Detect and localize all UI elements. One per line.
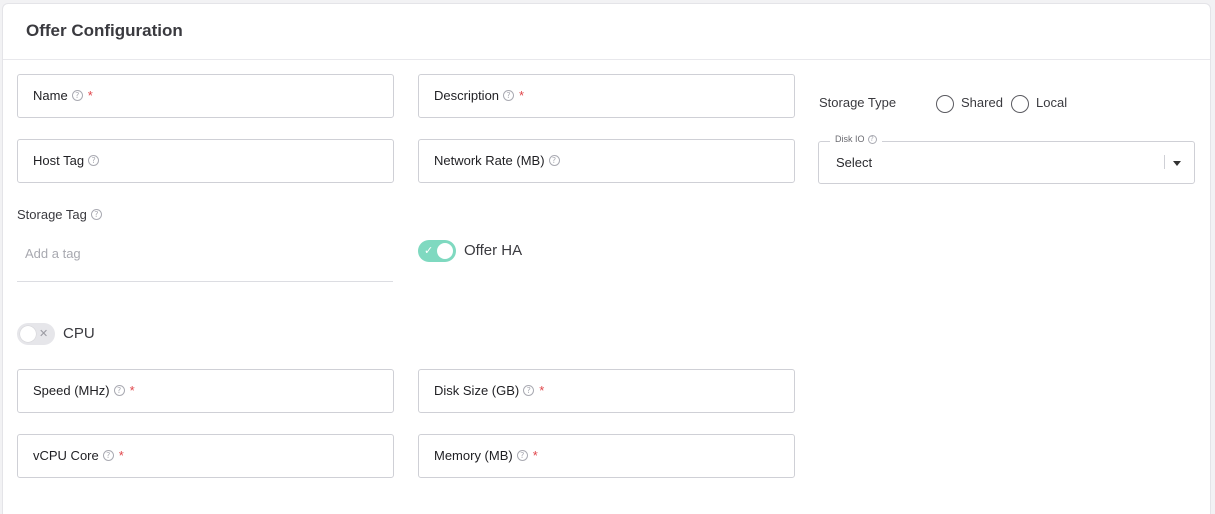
name-label: Name ? * <box>33 88 93 103</box>
select-divider <box>1164 155 1165 169</box>
description-field[interactable]: Description ? * <box>418 74 795 118</box>
speed-field[interactable]: Speed (MHz) ? * <box>17 369 394 413</box>
required-marker: * <box>519 88 525 103</box>
required-marker: * <box>539 383 545 398</box>
help-icon[interactable]: ? <box>113 385 125 396</box>
storage-type-label: Storage Type <box>819 95 897 110</box>
check-icon: ✓ <box>424 244 434 257</box>
page-title: Offer Configuration <box>26 21 183 40</box>
host-tag-field[interactable]: Host Tag ? <box>17 139 394 183</box>
memory-field[interactable]: Memory (MB) ? * <box>418 434 795 478</box>
memory-label: Memory (MB) ? * <box>434 448 538 463</box>
offer-ha-toggle[interactable]: ✓ <box>418 240 456 262</box>
network-rate-label: Network Rate (MB) ? <box>434 153 560 168</box>
help-icon[interactable]: ? <box>516 450 528 461</box>
help-icon[interactable]: ? <box>90 209 102 220</box>
required-marker: * <box>87 88 93 103</box>
speed-label: Speed (MHz) ? * <box>33 383 135 398</box>
help-icon[interactable]: ? <box>867 134 877 144</box>
cpu-toggle[interactable]: ✕ <box>17 323 55 345</box>
help-icon[interactable]: ? <box>88 155 100 166</box>
vcpu-core-field[interactable]: vCPU Core ? * <box>17 434 394 478</box>
disk-size-field[interactable]: Disk Size (GB) ? * <box>418 369 795 413</box>
help-icon[interactable]: ? <box>503 90 515 101</box>
toggle-knob <box>437 243 453 259</box>
card-header: Offer Configuration <box>3 4 1210 60</box>
storage-type-shared-radio[interactable] <box>936 95 954 113</box>
name-field[interactable]: Name ? * <box>17 74 394 118</box>
storage-type-shared-label[interactable]: Shared <box>961 95 1003 110</box>
help-icon[interactable]: ? <box>523 385 535 396</box>
storage-type-local-radio[interactable] <box>1011 95 1029 113</box>
network-rate-field[interactable]: Network Rate (MB) ? <box>418 139 795 183</box>
help-icon[interactable]: ? <box>102 450 114 461</box>
required-marker: * <box>532 448 538 463</box>
disk-io-select[interactable] <box>818 141 1195 184</box>
vcpu-core-label: vCPU Core ? * <box>33 448 124 463</box>
host-tag-label: Host Tag ? <box>33 153 100 168</box>
required-marker: * <box>118 448 124 463</box>
storage-tag-placeholder[interactable]: Add a tag <box>25 246 81 261</box>
description-label: Description ? * <box>434 88 525 103</box>
disk-io-legend: Disk IO ? <box>830 134 882 144</box>
help-icon[interactable]: ? <box>548 155 560 166</box>
close-icon: ✕ <box>39 327 49 340</box>
storage-type-local-label[interactable]: Local <box>1036 95 1067 110</box>
storage-tag-label: Storage Tag ? <box>17 207 102 222</box>
offer-ha-label: Offer HA <box>464 242 523 259</box>
disk-io-value[interactable]: Select <box>836 155 872 170</box>
toggle-knob <box>20 326 36 342</box>
cpu-label: CPU <box>63 325 95 342</box>
required-marker: * <box>129 383 135 398</box>
disk-size-label: Disk Size (GB) ? * <box>434 383 545 398</box>
chevron-down-icon[interactable] <box>1173 161 1181 166</box>
help-icon[interactable]: ? <box>71 90 83 101</box>
